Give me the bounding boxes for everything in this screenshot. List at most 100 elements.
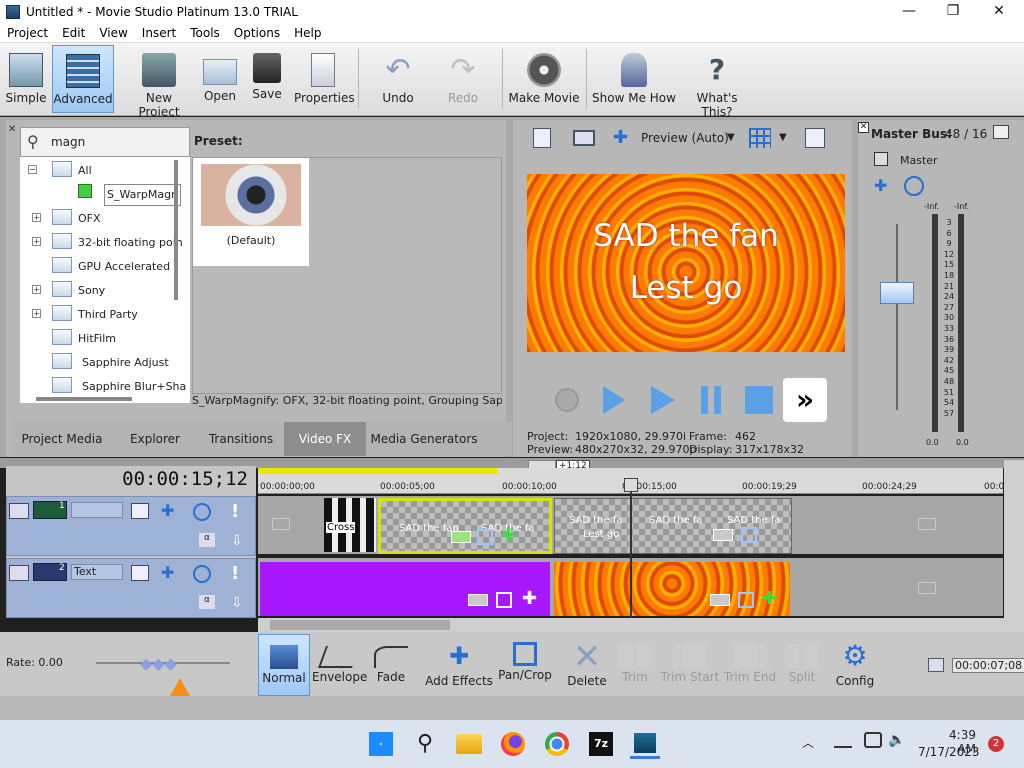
record-button[interactable] [545,378,589,422]
menu-project[interactable]: Project [0,26,55,40]
new-project-button[interactable]: New Project [124,45,194,119]
pan-crop-icon[interactable] [741,527,757,543]
track-name-field[interactable]: Text [71,564,123,580]
envelope-tool-button[interactable]: Envelope [312,634,367,696]
clip-fx-icon[interactable] [710,594,730,606]
tree-vertical-scrollbar[interactable] [174,160,178,300]
external-monitor-icon[interactable] [573,130,595,146]
split-button[interactable]: Split [780,634,824,696]
tree-item-32bit[interactable]: + 32-bit floating poin [20,231,190,255]
file-explorer-icon[interactable] [454,729,484,759]
advanced-button[interactable]: Advanced [52,45,114,113]
expand-icon[interactable]: + [32,213,41,222]
chrome-icon[interactable] [542,729,572,759]
timeline-horizontal-scrollbar[interactable] [258,618,1004,632]
tab-video-fx[interactable]: Video FX [284,422,366,456]
tab-explorer[interactable]: Explorer [112,422,198,456]
fade-tool-button[interactable]: Fade [368,634,414,696]
playhead-handle[interactable] [624,478,638,492]
expand-icon[interactable]: + [32,309,41,318]
menu-edit[interactable]: Edit [55,26,92,40]
expand-icon[interactable]: + [32,237,41,246]
delete-button[interactable]: ✕ Delete [564,634,610,696]
track-fx-icon[interactable]: ✚ [161,563,174,582]
mixer-options-icon[interactable] [993,125,1009,139]
tree-item-sapphire-blur[interactable]: Sapphire Blur+Sha [20,375,190,399]
tab-media-generators[interactable]: Media Generators [366,422,482,456]
compositing-mode-icon[interactable]: α [199,533,215,547]
scroll-thumb[interactable] [270,620,450,630]
playhead-cursor[interactable] [630,480,632,618]
purple-media-clip[interactable]: ✚ [260,562,550,616]
preset-default[interactable]: (Default) [193,158,309,266]
save-button[interactable]: Save [248,45,286,113]
crossfade-clip[interactable]: Cross [324,498,376,552]
chevron-up-icon[interactable]: ︿ [802,734,814,751]
show-me-how-button[interactable]: Show Me How [592,45,676,113]
preview-properties-icon[interactable] [533,128,551,148]
trim-start-button[interactable]: Trim Start [660,634,720,696]
fire-background-clip[interactable]: ✚ [554,562,790,616]
chevron-down-icon[interactable]: ▼ [779,132,787,143]
track-name-field[interactable] [71,502,123,518]
pan-crop-icon[interactable] [738,592,754,608]
tree-item-hitfilm[interactable]: HitFilm [20,327,190,351]
windows-start-icon[interactable] [366,729,396,759]
menu-options[interactable]: Options [227,26,287,40]
redo-button[interactable]: ↷ Redo [436,45,490,113]
close-icon[interactable]: ✕ [858,122,869,133]
minimize-button[interactable]: — [886,0,932,24]
movie-studio-taskbar-icon[interactable] [630,729,660,759]
properties-button[interactable]: Properties [294,45,355,113]
tab-transitions[interactable]: Transitions [198,422,284,456]
display-icon[interactable] [864,732,882,748]
pan-crop-icon[interactable] [496,592,512,608]
master-volume-fader[interactable] [880,282,914,304]
copy-snapshot-icon[interactable] [805,128,825,148]
add-effects-button[interactable]: ✚ Add Effects [424,634,494,696]
simple-button[interactable]: Simple [4,45,48,113]
solo-track-icon[interactable]: ! [231,501,239,522]
text-clip[interactable]: SAD the fa Lest go SAD the fa SAD the fa [554,498,792,554]
make-movie-button[interactable]: Make Movie [508,45,580,113]
mute-icon[interactable] [904,176,924,196]
tree-item-swarpmagnify[interactable]: S_WarpMagn [20,183,190,207]
track-expand-icon[interactable] [9,503,29,519]
tree-item-sony[interactable]: + Sony [20,279,190,303]
overlays-grid-icon[interactable] [749,128,771,148]
compositing-child-icon[interactable]: ⇩ [231,595,243,611]
mute-track-icon[interactable] [193,565,211,583]
pan-crop-icon[interactable] [477,529,493,545]
play-from-start-button[interactable] [593,378,637,422]
search-icon[interactable]: ⚲ [410,729,440,759]
panel-close-icon[interactable]: ✕ [8,124,16,135]
track-motion-icon[interactable] [131,503,149,519]
whats-this-button[interactable]: ? What's This? [682,45,752,119]
tree-item-third-party[interactable]: + Third Party [20,303,190,327]
clip-fx-icon[interactable] [713,529,733,541]
tab-project-media[interactable]: Project Media [12,422,112,456]
event-fx-icon[interactable]: ✚ [522,588,537,609]
fast-forward-button[interactable]: » [783,378,827,422]
compositing-child-icon[interactable]: ⇩ [231,533,243,549]
open-button[interactable]: Open [200,45,240,113]
tree-item-all[interactable]: − All [20,159,190,183]
close-button[interactable]: ✕ [976,0,1022,24]
fx-search-input[interactable]: magn [51,135,85,149]
track-fx-icon[interactable]: ✚ [161,501,174,520]
tree-horizontal-scrollbar[interactable] [36,397,132,401]
tree-item-ofx[interactable]: + OFX [20,207,190,231]
undo-button[interactable]: ↶ Undo [368,45,428,113]
compositing-mode-icon[interactable]: α [199,595,215,609]
maximize-button[interactable]: ❐ [930,0,976,24]
menu-help[interactable]: Help [287,26,328,40]
chevron-down-icon[interactable]: ▼ [727,132,735,143]
clip-fx-icon[interactable] [451,531,471,543]
menu-view[interactable]: View [92,26,134,40]
expand-icon[interactable]: + [32,285,41,294]
timeline-vertical-scrollbar[interactable] [1004,460,1024,632]
collapse-icon[interactable]: − [28,165,37,174]
config-button[interactable]: ⚙ Config [832,634,878,696]
7zip-icon[interactable]: 7z [586,729,616,759]
network-icon[interactable] [834,732,852,748]
